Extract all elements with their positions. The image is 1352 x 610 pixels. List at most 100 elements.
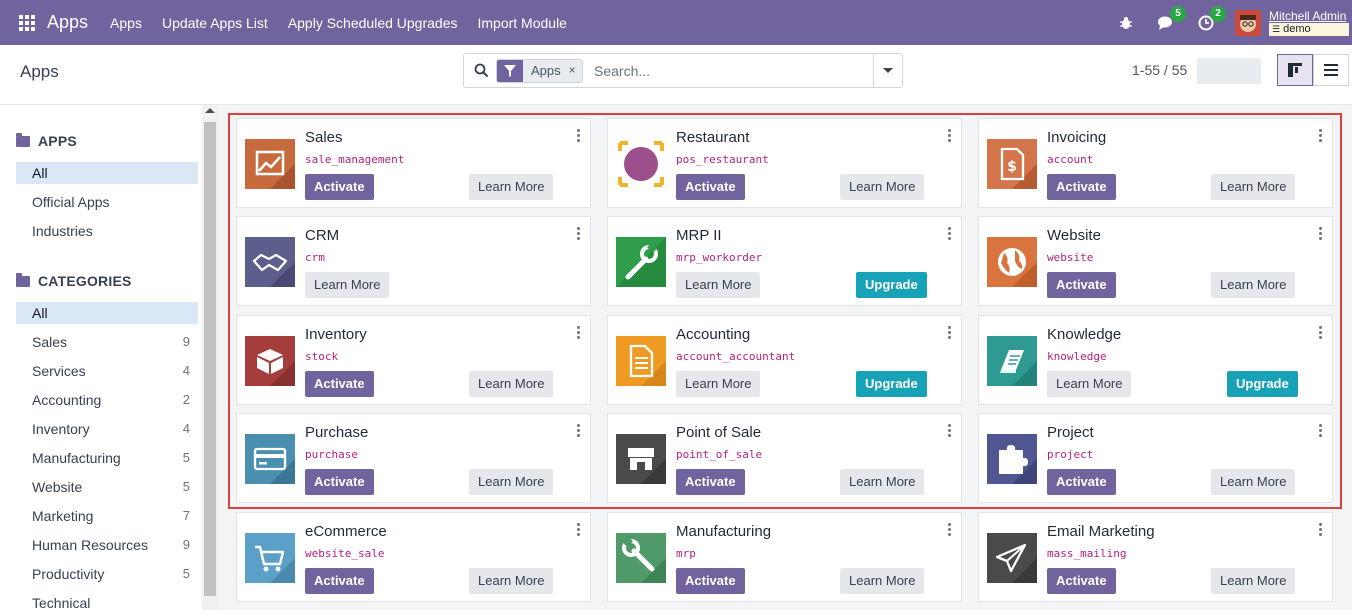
- kanban-view-button[interactable]: [1277, 54, 1313, 86]
- user-name[interactable]: Mitchell Admin: [1269, 9, 1349, 23]
- sidebar-item-industries[interactable]: Industries: [16, 220, 198, 242]
- debug-bug-icon[interactable]: [1115, 12, 1137, 34]
- menu-update-apps-list[interactable]: Update Apps List: [162, 15, 268, 31]
- app-card-inventory[interactable]: Inventory stock Activate Learn More: [236, 315, 591, 405]
- category-item[interactable]: Services 4: [16, 360, 198, 382]
- card-menu-icon[interactable]: [948, 227, 951, 240]
- app-switcher-grid-icon[interactable]: [19, 14, 35, 31]
- app-card-manufacturing[interactable]: Manufacturing mrp Activate Learn More: [607, 512, 962, 602]
- card-menu-icon[interactable]: [1319, 424, 1322, 437]
- upgrade-button[interactable]: Upgrade: [1227, 371, 1298, 397]
- activate-button[interactable]: Activate: [305, 568, 374, 594]
- category-item[interactable]: Accounting 2: [16, 389, 198, 411]
- card-menu-icon[interactable]: [577, 326, 580, 339]
- activate-button[interactable]: Activate: [305, 371, 374, 397]
- upgrade-button[interactable]: Upgrade: [856, 371, 927, 397]
- learn-more-button[interactable]: Learn More: [1211, 174, 1296, 200]
- app-card-restaurant[interactable]: Restaurant pos_restaurant Activate Learn…: [607, 118, 962, 208]
- learn-more-button[interactable]: Learn More: [469, 568, 554, 594]
- learn-more-button[interactable]: Learn More: [1047, 371, 1132, 397]
- category-item[interactable]: Inventory 4: [16, 418, 198, 440]
- app-card-point-of-sale[interactable]: Point of Sale point_of_sale Activate Lea…: [607, 413, 962, 503]
- category-item[interactable]: Productivity 5: [16, 563, 198, 585]
- upgrade-button[interactable]: Upgrade: [856, 272, 927, 298]
- activate-button[interactable]: Activate: [676, 469, 745, 495]
- facet-remove-button[interactable]: ×: [567, 60, 582, 82]
- activate-button[interactable]: Activate: [305, 469, 374, 495]
- card-menu-icon[interactable]: [1319, 523, 1322, 536]
- apps-section-heading: APPS: [16, 132, 77, 149]
- card-menu-icon[interactable]: [1319, 129, 1322, 142]
- category-item[interactable]: Marketing 7: [16, 505, 198, 527]
- activities-clock-icon[interactable]: 2: [1195, 5, 1226, 34]
- category-item[interactable]: All: [16, 302, 198, 324]
- learn-more-button[interactable]: Learn More: [676, 371, 761, 397]
- menu-apply-scheduled-upgrades[interactable]: Apply Scheduled Upgrades: [288, 15, 458, 31]
- card-menu-icon[interactable]: [948, 424, 951, 437]
- category-item[interactable]: Sales 9: [16, 331, 198, 353]
- app-card-knowledge[interactable]: Knowledge knowledge Learn More Upgrade: [978, 315, 1333, 405]
- app-card-project[interactable]: Project project Activate Learn More: [978, 413, 1333, 503]
- category-item[interactable]: Website 5: [16, 476, 198, 498]
- user-avatar[interactable]: [1235, 9, 1261, 36]
- category-item[interactable]: Technical: [16, 592, 198, 610]
- learn-more-button[interactable]: Learn More: [469, 371, 554, 397]
- globe-icon: [987, 237, 1037, 287]
- learn-more-button[interactable]: Learn More: [1211, 568, 1296, 594]
- sidebar-scrollbar-thumb[interactable]: [204, 122, 216, 596]
- activate-button[interactable]: Activate: [676, 568, 745, 594]
- app-card-website[interactable]: Website website Activate Learn More: [978, 216, 1333, 306]
- card-menu-icon[interactable]: [577, 227, 580, 240]
- learn-more-button[interactable]: Learn More: [840, 174, 925, 200]
- sidebar-item-all-apps[interactable]: All: [16, 162, 198, 184]
- pager-value[interactable]: 1-55 / 55: [1132, 62, 1187, 78]
- app-card-crm[interactable]: CRM crm Learn More: [236, 216, 591, 306]
- app-card-accounting[interactable]: Accounting account_accountant Learn More…: [607, 315, 962, 405]
- card-menu-icon[interactable]: [1319, 227, 1322, 240]
- app-card-sales[interactable]: Sales sale_management Activate Learn Mor…: [236, 118, 591, 208]
- card-menu-icon[interactable]: [577, 424, 580, 437]
- card-menu-icon[interactable]: [577, 523, 580, 536]
- learn-more-button[interactable]: Learn More: [1211, 272, 1296, 298]
- learn-more-button[interactable]: Learn More: [469, 174, 554, 200]
- learn-more-button[interactable]: Learn More: [1211, 469, 1296, 495]
- categories-section-heading: CATEGORIES: [16, 272, 132, 289]
- sidebar-panel: APPS All Official Apps Industries CATEGO…: [0, 105, 202, 610]
- scroll-up-arrow-icon[interactable]: [205, 108, 215, 113]
- card-menu-icon[interactable]: [948, 523, 951, 536]
- card-menu-icon[interactable]: [948, 129, 951, 142]
- card-menu-icon[interactable]: [577, 129, 580, 142]
- app-card-email-marketing[interactable]: Email Marketing mass_mailing Activate Le…: [978, 512, 1333, 602]
- activate-button[interactable]: Activate: [1047, 469, 1116, 495]
- menu-apps[interactable]: Apps: [110, 15, 142, 31]
- pager-previous-button[interactable]: [1197, 58, 1229, 84]
- learn-more-button[interactable]: Learn More: [840, 469, 925, 495]
- navbar-brand[interactable]: Apps: [47, 12, 88, 33]
- app-card-invoicing[interactable]: $ Invoicing account Activate Learn More: [978, 118, 1333, 208]
- activate-button[interactable]: Activate: [676, 174, 745, 200]
- menu-import-module[interactable]: Import Module: [477, 15, 566, 31]
- app-card-purchase[interactable]: Purchase purchase Activate Learn More: [236, 413, 591, 503]
- search-icon[interactable]: [474, 63, 489, 81]
- app-card-mrp-ii[interactable]: MRP II mrp_workorder Learn More Upgrade: [607, 216, 962, 306]
- learn-more-button[interactable]: Learn More: [840, 568, 925, 594]
- sidebar-item-official-apps[interactable]: Official Apps: [16, 191, 198, 213]
- list-view-button[interactable]: [1313, 54, 1349, 86]
- activate-button[interactable]: Activate: [1047, 272, 1116, 298]
- app-technical-name: website_sale: [305, 547, 385, 560]
- category-item[interactable]: Human Resources 9: [16, 534, 198, 556]
- activate-button[interactable]: Activate: [1047, 568, 1116, 594]
- search-input[interactable]: [594, 58, 864, 84]
- category-item[interactable]: Manufacturing 5: [16, 447, 198, 469]
- card-menu-icon[interactable]: [948, 326, 951, 339]
- search-options-toggle[interactable]: [873, 54, 902, 87]
- card-menu-icon[interactable]: [1319, 326, 1322, 339]
- pager-next-button[interactable]: [1229, 58, 1261, 84]
- learn-more-button[interactable]: Learn More: [469, 469, 554, 495]
- messages-icon[interactable]: 5: [1155, 5, 1186, 34]
- activate-button[interactable]: Activate: [1047, 174, 1116, 200]
- learn-more-button[interactable]: Learn More: [305, 272, 390, 298]
- app-card-ecommerce[interactable]: eCommerce website_sale Activate Learn Mo…: [236, 512, 591, 602]
- activate-button[interactable]: Activate: [305, 174, 374, 200]
- learn-more-button[interactable]: Learn More: [676, 272, 761, 298]
